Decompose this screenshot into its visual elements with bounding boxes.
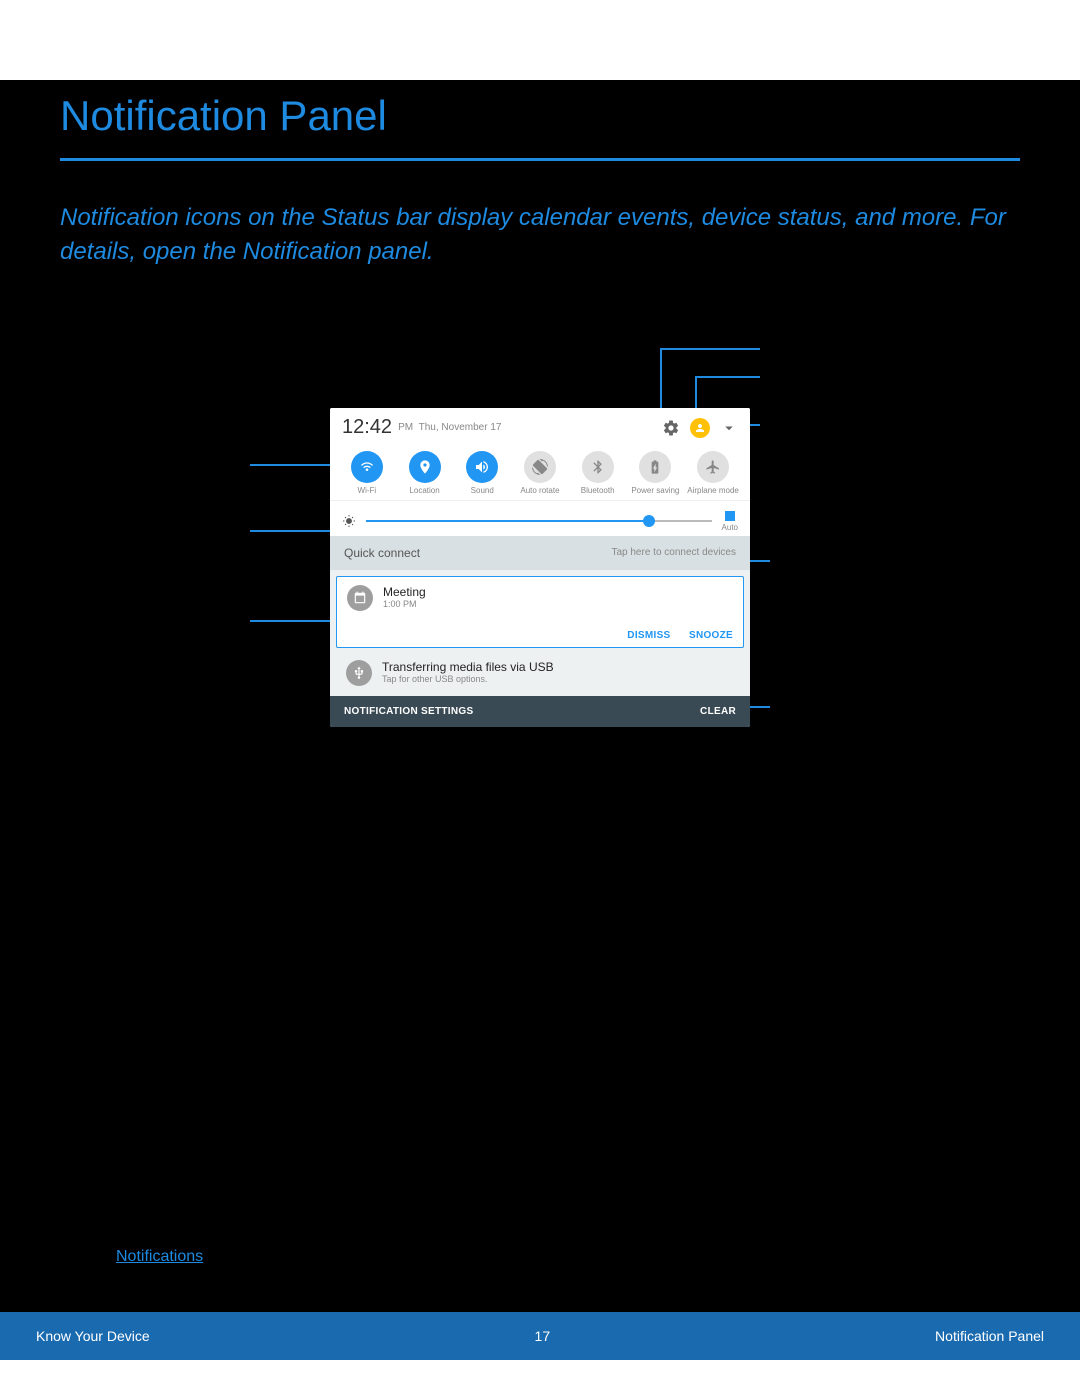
panel-footer: NOTIFICATION SETTINGS CLEAR [330,696,750,727]
footer-section: Know Your Device [36,1328,150,1344]
brightness-slider-row: Auto [330,500,750,536]
quick-connect-label: Quick connect [344,546,420,560]
notification-card-meeting[interactable]: Meeting 1:00 PM DISMISS SNOOZE [336,576,744,648]
footer-page-number: 17 [150,1328,935,1344]
clear-button[interactable]: CLEAR [700,706,736,717]
toggle-bluetooth[interactable]: Bluetooth [571,451,625,496]
notification-settings-button[interactable]: NOTIFICATION SETTINGS [344,706,473,717]
clock-time: 12:42 [342,416,392,439]
settings-icon[interactable] [662,419,680,437]
notification-title: Transferring media files via USB [382,660,554,674]
toggle-location[interactable]: Location [398,451,452,496]
brightness-slider[interactable] [366,520,712,522]
chevron-down-icon[interactable] [720,419,738,437]
quick-connect-hint: Tap here to connect devices [611,547,736,558]
snooze-button[interactable]: SNOOZE [689,630,733,641]
quick-connect-bar[interactable]: Quick connect Tap here to connect device… [330,536,750,570]
page-title: Notification Panel [60,80,1020,161]
user-icon[interactable] [690,418,710,438]
toggle-sound[interactable]: Sound [455,451,509,496]
quick-toggles: Wi-Fi Location Sound Auto rotate [330,445,750,500]
dismiss-button[interactable]: DISMISS [627,630,670,641]
notification-card-usb[interactable]: Transferring media files via USB Tap for… [336,654,744,696]
toggle-autorotate[interactable]: Auto rotate [513,451,567,496]
page-footer: Know Your Device 17 Notification Panel [0,1312,1080,1360]
panel-header: 12:42 PM Thu, November 17 [330,408,750,445]
notification-subtitle: Tap for other USB options. [382,674,554,684]
brightness-low-icon [342,514,356,528]
brightness-auto-checkbox[interactable]: Auto [722,511,738,532]
calendar-icon [347,585,373,611]
notification-panel: 12:42 PM Thu, November 17 [330,408,750,727]
clock-date: PM Thu, November 17 [398,422,501,433]
notification-time: 1:00 PM [383,599,426,609]
intro-text: Notification icons on the Status bar dis… [60,201,1020,268]
notification-title: Meeting [383,585,426,599]
toggle-powersaving[interactable]: Power saving [628,451,682,496]
footer-topic: Notification Panel [935,1328,1044,1344]
usb-icon [346,660,372,686]
toggle-wifi[interactable]: Wi-Fi [340,451,394,496]
notifications-link[interactable]: Notifications [116,1248,203,1266]
notification-panel-diagram: 12:42 PM Thu, November 17 [60,348,1020,848]
toggle-airplane[interactable]: Airplane mode [686,451,740,496]
